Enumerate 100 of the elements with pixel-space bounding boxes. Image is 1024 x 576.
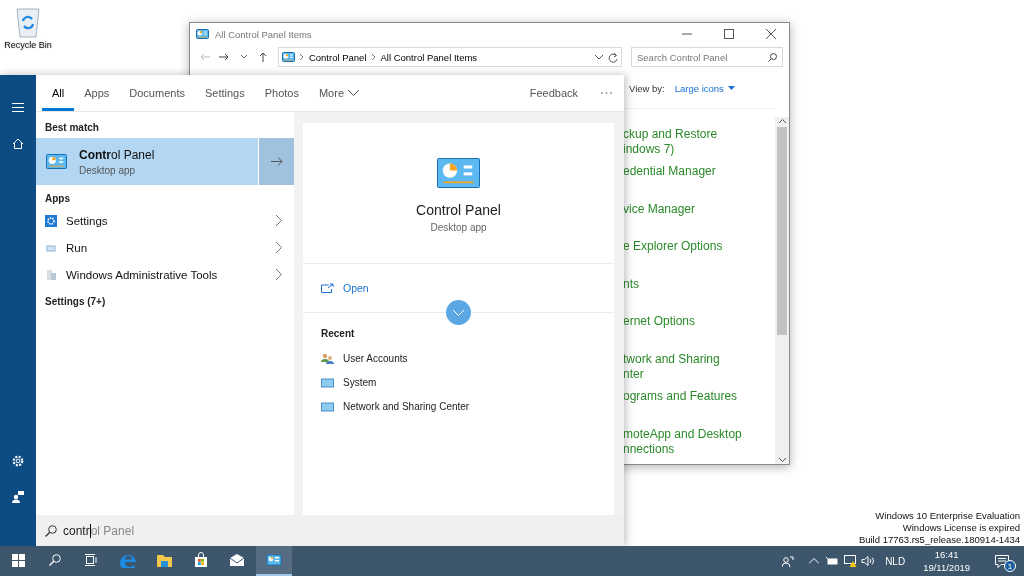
dropdown-triangle-icon [727, 86, 735, 91]
activation-notice-line: Windows License is expired [902, 522, 1020, 534]
scroll-up-icon [778, 119, 786, 123]
desktop-icon-label[interactable]: Recycle Bin [4, 40, 52, 50]
folder-icon [156, 552, 173, 568]
scrollbar[interactable] [775, 117, 789, 464]
breadcrumb[interactable]: All Control Panel Items [380, 51, 478, 63]
preview-title: Control Panel [416, 202, 501, 218]
search-box[interactable]: control Panel [63, 523, 135, 538]
chevron-down-icon [348, 90, 359, 96]
user-icon [12, 491, 24, 503]
menu-icon [12, 102, 24, 112]
control-panel-link[interactable]: twork and Sharing nter [623, 351, 775, 389]
close-icon [766, 29, 776, 39]
section-heading: Apps [44, 191, 71, 206]
battery-icon [825, 557, 839, 565]
search-tab[interactable]: Photos [254, 75, 309, 111]
app-result[interactable]: Run [36, 234, 294, 261]
control-panel-icon [265, 552, 282, 568]
task-view-icon [85, 554, 98, 566]
search-tab[interactable]: More [308, 75, 369, 111]
app-icon [45, 268, 57, 281]
control-panel-link[interactable]: ernet Options [623, 314, 775, 352]
activation-notice-line: Build 17763.rs5_release.180914-1434 [858, 534, 1020, 546]
window-title: All Control Panel Items [215, 28, 313, 40]
section-heading: Settings (7+) [44, 294, 107, 309]
search-tab[interactable]: Apps [74, 75, 120, 111]
app-result[interactable]: Settings [36, 207, 294, 234]
scroll-down-icon [778, 458, 786, 462]
home-icon [12, 137, 24, 149]
search-icon [768, 52, 777, 62]
control-panel-link[interactable]: moteApp and Desktop nnections [623, 426, 775, 464]
app-icon [45, 214, 57, 227]
app-result[interactable]: Windows Administrative Tools [36, 261, 294, 288]
recent-item-icon [321, 376, 334, 388]
view-by-dropdown[interactable]: Large icons [674, 82, 735, 94]
search-tab[interactable]: Documents [119, 75, 195, 111]
forward-arrow-icon [219, 53, 230, 61]
chevron-up-icon [809, 558, 820, 564]
refresh-icon[interactable] [608, 51, 618, 63]
chevron-down-icon [453, 309, 464, 316]
network-warning-icon [843, 555, 857, 567]
notification-icon [995, 554, 1009, 568]
taskbar-app-button[interactable] [255, 546, 292, 576]
search-icon [48, 554, 61, 566]
view-by-label: View by: [629, 82, 665, 94]
volume-icon [861, 556, 876, 566]
search-icon [45, 524, 57, 537]
search-tab[interactable]: Settings [194, 75, 255, 111]
best-match-result[interactable]: Control Panel Desktop app [36, 138, 294, 185]
breadcrumb-separator-icon [371, 54, 376, 60]
control-panel-link[interactable]: e Explorer Options [623, 239, 775, 277]
open-link[interactable]: Open [321, 282, 369, 294]
recent-item-icon [321, 400, 334, 412]
breadcrumb[interactable]: Control Panel [308, 51, 367, 63]
result-title: Control Panel [79, 147, 155, 162]
people-icon [782, 555, 795, 567]
language-indicator[interactable]: NLD [877, 546, 914, 576]
notifications-button[interactable]: 1 [980, 546, 1024, 576]
control-panel-icon [196, 29, 209, 39]
scrollbar-thumb[interactable] [777, 127, 787, 335]
settings-icon [12, 455, 24, 467]
recent-item[interactable]: Network and Sharing Center [321, 394, 614, 418]
chevron-right-icon [276, 242, 282, 253]
search-field[interactable]: Search Control Panel [631, 47, 783, 67]
open-window-icon [321, 283, 334, 293]
address-bar[interactable]: Control Panel All Control Panel Items [277, 47, 622, 67]
control-panel-link[interactable]: vice Manager [623, 201, 775, 239]
activation-notice-line: Windows 10 Enterprise Evaluation [875, 510, 1020, 522]
store-bag-icon [192, 552, 209, 568]
search-tab[interactable]: All [42, 75, 75, 111]
chevron-right-icon [276, 269, 282, 280]
section-heading: Best match [44, 120, 100, 135]
arrow-right-icon [270, 157, 283, 166]
clock[interactable]: 16:41 19/11/2019 [913, 546, 980, 576]
maximize-icon [724, 29, 734, 39]
chevron-down-icon [240, 55, 247, 59]
control-panel-link[interactable]: ckup and Restore indows 7) [623, 126, 775, 164]
breadcrumb-separator-icon [299, 54, 304, 60]
control-panel-icon [437, 158, 480, 188]
feedback-button[interactable]: Feedback [519, 75, 588, 111]
chevron-down-icon[interactable] [595, 54, 603, 60]
windows-logo-icon [11, 553, 25, 567]
control-panel-link[interactable]: ograms and Features [623, 389, 775, 427]
control-panel-link[interactable]: nts [623, 276, 775, 314]
up-arrow-icon [259, 52, 268, 62]
recent-item[interactable]: User Accounts [321, 346, 614, 370]
recent-item[interactable]: System [321, 370, 614, 394]
preview-subtitle: Desktop app [430, 222, 487, 233]
browser-icon [119, 552, 136, 568]
control-panel-icon [46, 154, 67, 169]
control-panel-link[interactable]: edential Manager [623, 164, 775, 202]
back-arrow-icon [199, 53, 210, 61]
chevron-right-icon [276, 215, 282, 226]
expand-button[interactable] [446, 300, 471, 325]
control-panel-icon [281, 52, 295, 62]
result-subtitle: Desktop app [79, 164, 137, 176]
mail-icon [229, 552, 246, 568]
notification-count: 1 [1004, 560, 1016, 572]
recent-item-icon [321, 352, 334, 364]
